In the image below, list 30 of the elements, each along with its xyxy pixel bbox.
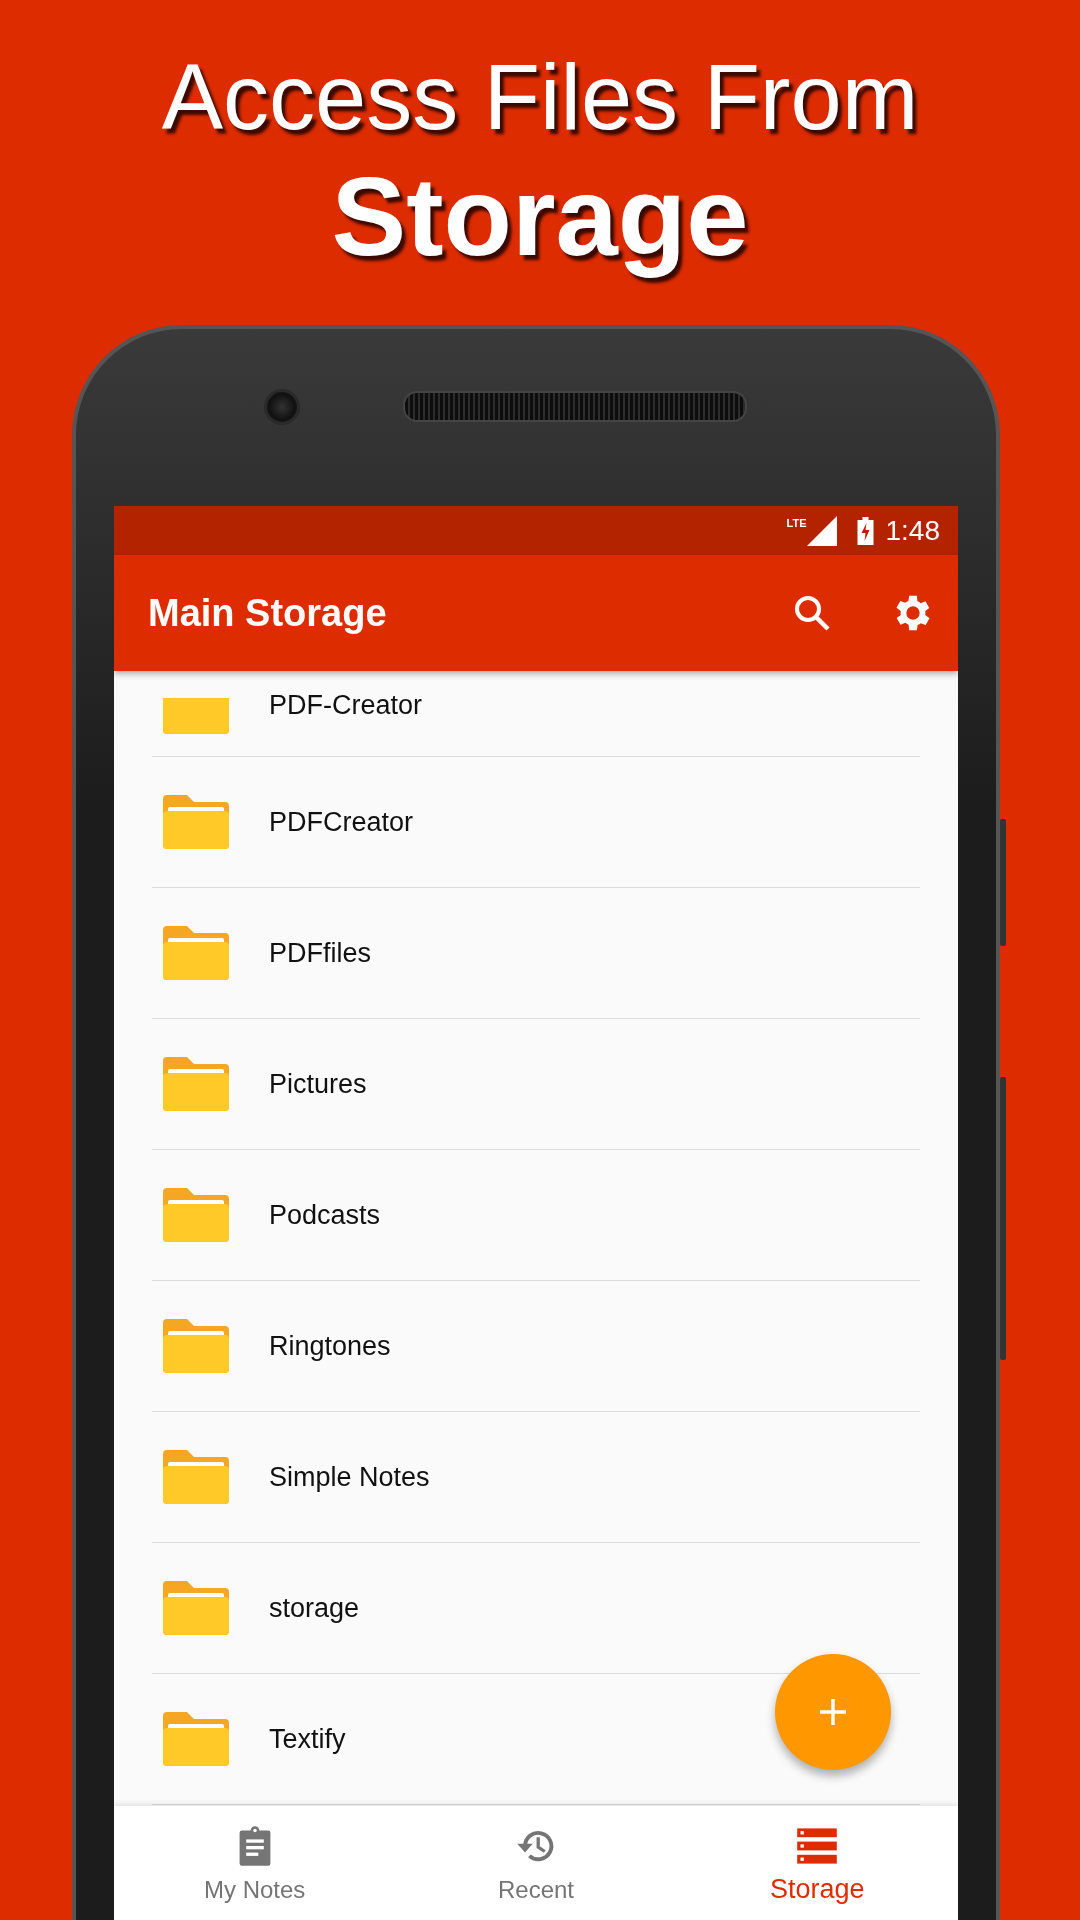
folder-name[interactable]: Pictures	[269, 1068, 367, 1100]
folder-name[interactable]: Textify	[269, 1723, 346, 1755]
folder-icon	[163, 926, 229, 980]
camera-icon	[264, 389, 300, 425]
folder-icon	[163, 1188, 229, 1242]
plus-icon	[818, 1697, 848, 1727]
search-icon[interactable]	[792, 593, 832, 633]
folder-icon	[163, 1712, 229, 1766]
signal-icon	[806, 515, 837, 546]
folder-name[interactable]: Simple Notes	[269, 1461, 430, 1493]
nav-tab[interactable]: My Notes	[114, 1806, 396, 1920]
folder-name[interactable]: Podcasts	[269, 1199, 381, 1231]
headline-text: Access Files From	[160, 45, 920, 150]
folder-name[interactable]: PDFCreator	[269, 806, 414, 838]
folder-icon	[163, 1581, 229, 1635]
folder-name[interactable]: PDF-Creator	[269, 690, 423, 721]
folder-name[interactable]: Ringtones	[269, 1330, 391, 1362]
headline-text: Storage	[330, 153, 750, 281]
network-label: LTE	[786, 517, 807, 529]
folder-icon	[163, 1057, 229, 1111]
nav-tab[interactable]: Recent	[395, 1806, 677, 1920]
folder-name[interactable]: storage	[269, 1592, 360, 1624]
app-bar-title: Main Storage	[148, 591, 388, 635]
folder-icon	[163, 1450, 229, 1504]
nav-tab[interactable]: Storage	[676, 1806, 958, 1920]
clock-time: 1:48	[885, 514, 940, 547]
folder-name[interactable]: PDFfiles	[269, 937, 371, 969]
folder-icon	[163, 1319, 229, 1373]
folder-icon	[163, 795, 229, 849]
battery-charging-icon	[856, 516, 874, 545]
